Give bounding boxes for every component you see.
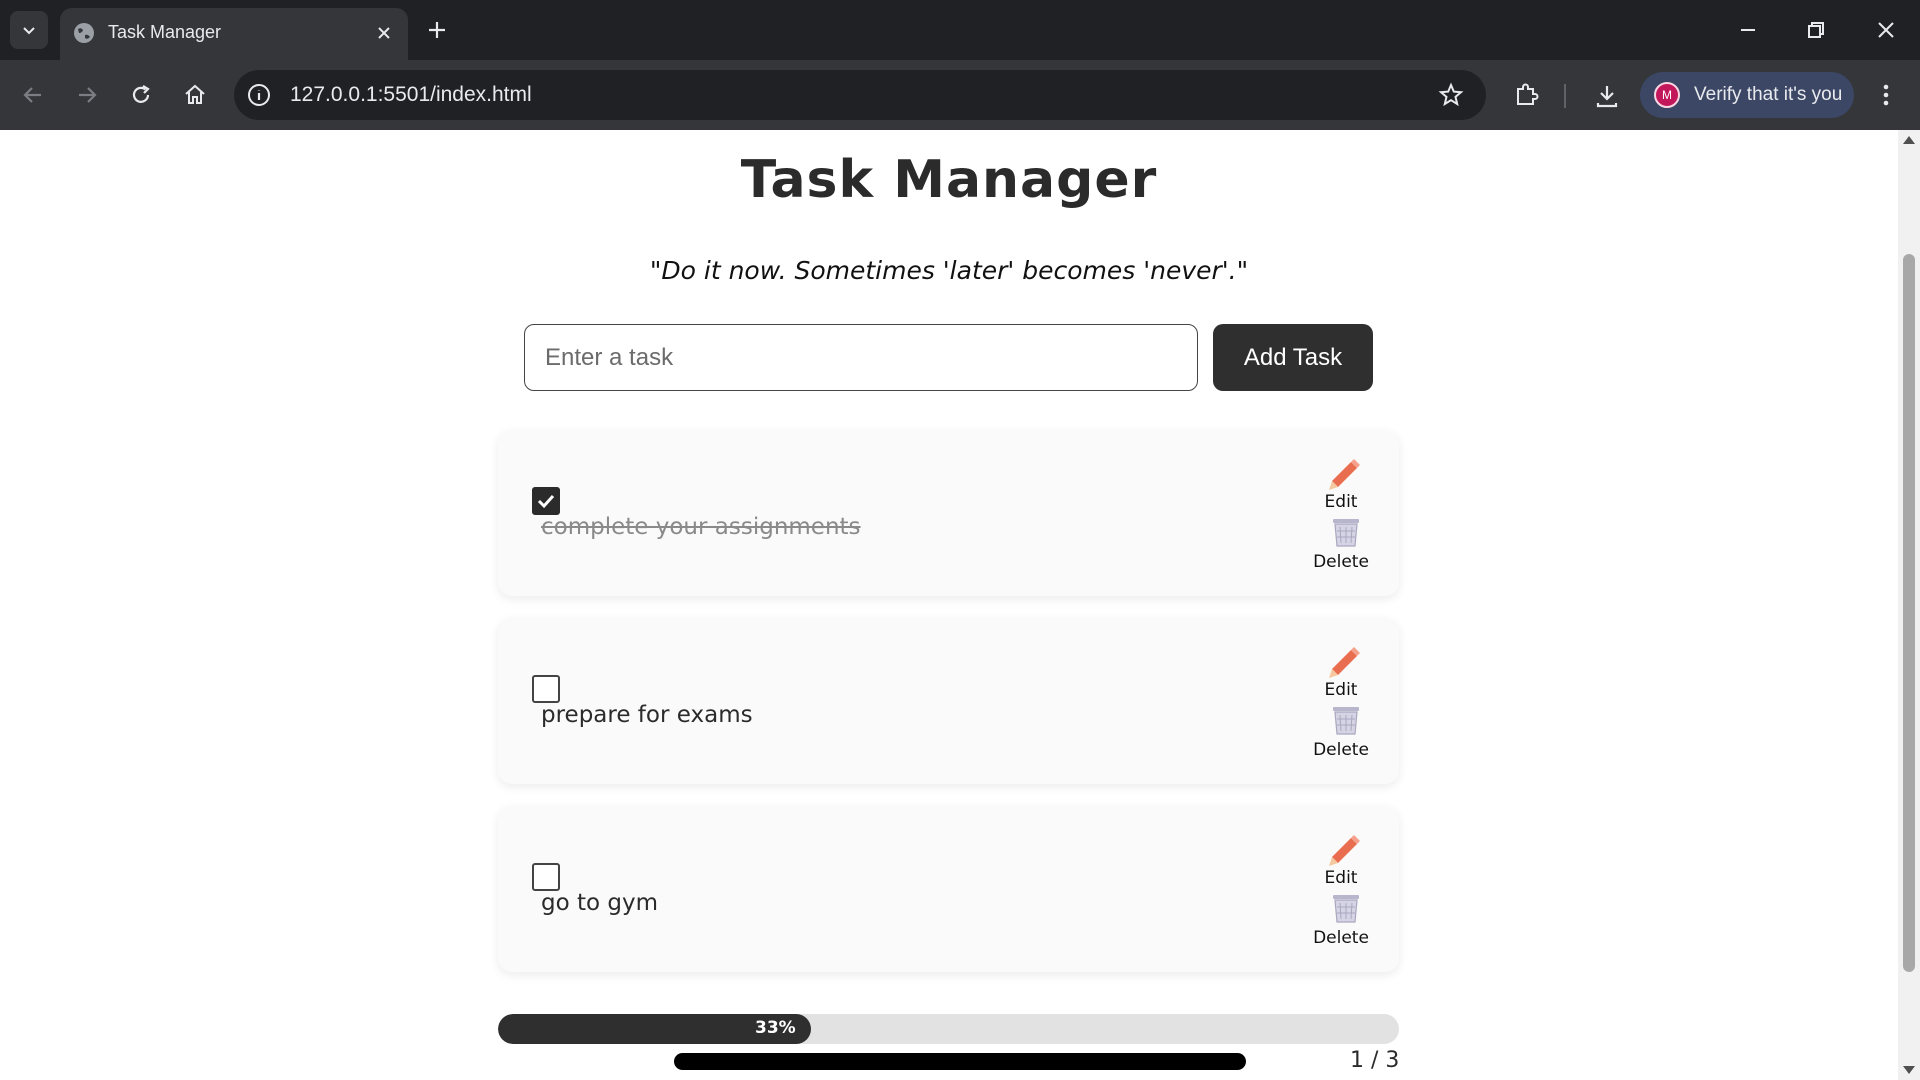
delete-button[interactable]: Delete	[1288, 928, 1394, 948]
back-arrow-icon[interactable]	[20, 82, 46, 108]
address-bar[interactable]: 127.0.0.1:5501/index.html	[234, 70, 1486, 120]
new-tab-icon[interactable]	[424, 17, 450, 43]
progress-bar: 33%	[498, 1014, 1399, 1044]
home-icon[interactable]	[182, 82, 208, 108]
task-card: complete your assignments Edit Delete	[498, 430, 1399, 596]
extensions-icon[interactable]	[1512, 80, 1542, 110]
minimize-icon[interactable]	[1736, 18, 1760, 42]
download-icon[interactable]	[1592, 81, 1622, 111]
site-info-icon[interactable]	[246, 82, 272, 108]
globe-icon	[74, 23, 94, 43]
trash-icon[interactable]	[1331, 704, 1361, 736]
scroll-down-arrow-icon[interactable]	[1903, 1066, 1915, 1074]
url-text: 127.0.0.1:5501/index.html	[290, 83, 532, 106]
add-task-button[interactable]: Add Task	[1213, 324, 1373, 391]
pencil-icon[interactable]	[1326, 644, 1362, 678]
forward-arrow-icon[interactable]	[74, 82, 100, 108]
edit-button[interactable]: Edit	[1288, 868, 1394, 888]
delete-button[interactable]: Delete	[1288, 740, 1394, 760]
stats-bar	[674, 1053, 1246, 1070]
task-card: go to gym Edit Delete	[498, 806, 1399, 972]
task-text: go to gym	[541, 890, 658, 916]
restore-icon[interactable]	[1804, 18, 1828, 42]
close-tab-icon[interactable]	[374, 23, 394, 43]
toolbar-separator	[1564, 84, 1566, 108]
trash-icon[interactable]	[1331, 892, 1361, 924]
task-input[interactable]	[524, 324, 1198, 391]
delete-button[interactable]: Delete	[1288, 552, 1394, 572]
bookmark-star-icon[interactable]	[1438, 82, 1464, 108]
task-checkbox[interactable]	[532, 863, 560, 891]
task-checkbox[interactable]	[532, 487, 560, 515]
browser-tab[interactable]: Task Manager	[60, 8, 408, 60]
profile-label: Verify that it's you	[1694, 84, 1843, 105]
tab-search-button[interactable]	[10, 11, 48, 49]
task-count: 1 / 3	[1350, 1048, 1400, 1073]
close-window-icon[interactable]	[1874, 18, 1898, 42]
scrollbar-thumb[interactable]	[1903, 254, 1915, 972]
scroll-up-arrow-icon[interactable]	[1903, 136, 1915, 144]
pencil-icon[interactable]	[1326, 456, 1362, 490]
avatar: M	[1654, 82, 1680, 108]
task-text: prepare for exams	[541, 702, 753, 728]
pencil-icon[interactable]	[1326, 832, 1362, 866]
task-card: prepare for exams Edit Delete	[498, 618, 1399, 784]
page-scrollbar[interactable]	[1898, 130, 1920, 1080]
edit-button[interactable]: Edit	[1288, 492, 1394, 512]
trash-icon[interactable]	[1331, 516, 1361, 548]
task-text: complete your assignments	[541, 514, 861, 540]
progress-percent: 33%	[755, 1018, 796, 1038]
progress-fill: 33%	[498, 1014, 811, 1044]
motivational-quote: "Do it now. Sometimes 'later' becomes 'n…	[649, 256, 1249, 285]
tab-title: Task Manager	[108, 22, 222, 42]
profile-button[interactable]: M Verify that it's you	[1640, 72, 1854, 118]
browser-toolbar: 127.0.0.1:5501/index.html M Verify that …	[0, 60, 1920, 130]
page-title: Task Manager	[740, 150, 1158, 210]
chevron-down-icon	[23, 27, 35, 35]
reload-icon[interactable]	[128, 82, 154, 108]
checkmark-icon	[537, 494, 555, 509]
task-checkbox[interactable]	[532, 675, 560, 703]
edit-button[interactable]: Edit	[1288, 680, 1394, 700]
browser-tab-bar: Task Manager	[0, 0, 1920, 60]
more-menu-icon[interactable]	[1874, 80, 1898, 110]
